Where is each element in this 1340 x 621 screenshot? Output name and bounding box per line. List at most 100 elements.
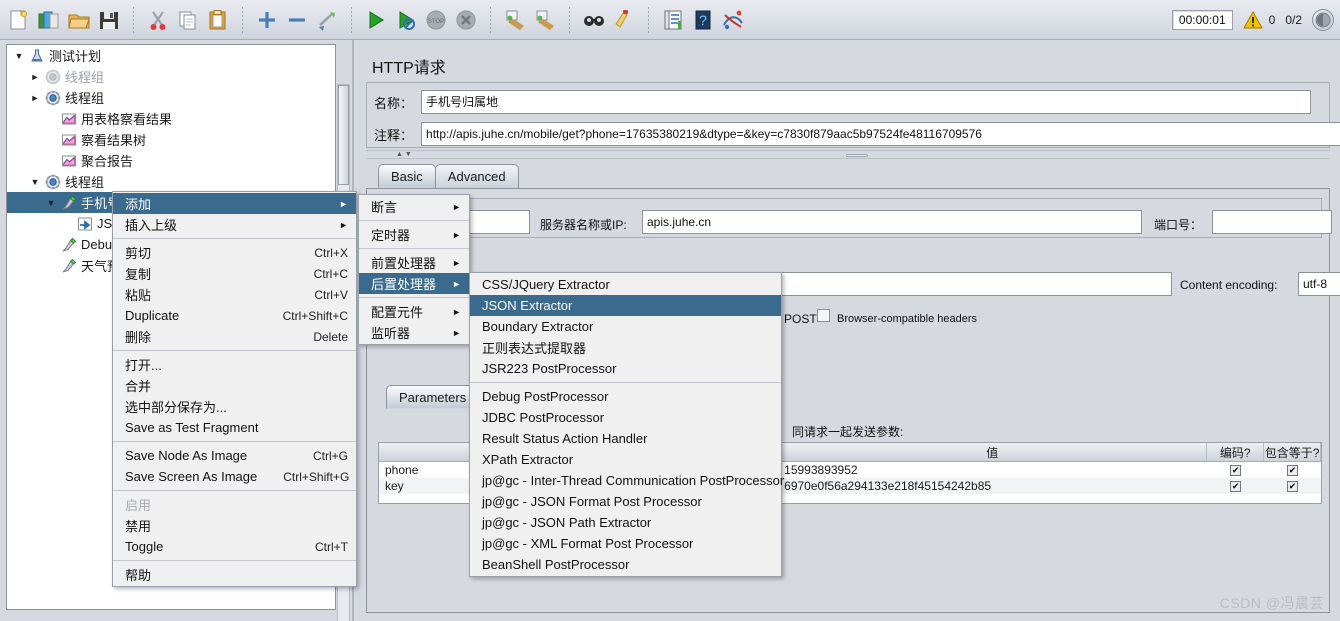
clear-icon[interactable] [500, 5, 530, 35]
post-processor-submenu-item[interactable]: jp@gc - JSON Format Post Processor [470, 491, 781, 512]
tree-expand-icon[interactable]: ► [27, 72, 43, 82]
context-menu-item[interactable]: 插入上级 ► [113, 214, 356, 235]
cell-include-equals[interactable]: ✔ [1264, 462, 1321, 478]
tree-collapse-icon[interactable]: ▼ [27, 177, 43, 187]
encode-checkbox[interactable]: ✔ [1230, 464, 1242, 476]
start-icon[interactable] [361, 5, 391, 35]
splitter-arrows-icon[interactable]: ▲▼ [396, 151, 414, 158]
tree-node-2[interactable]: ► 线程组 [7, 87, 335, 108]
tree-node-6[interactable]: ▼ 线程组 [7, 171, 335, 192]
cell-value[interactable]: 15993893952 [778, 462, 1207, 478]
post-processor-submenu-item[interactable]: JSR223 PostProcessor [470, 358, 781, 379]
copy-icon[interactable] [173, 5, 203, 35]
content-encoding-input[interactable]: utf-8 [1298, 272, 1340, 296]
help-icon[interactable]: ? [688, 5, 718, 35]
add-submenu-item[interactable]: 前置处理器 ► [359, 252, 469, 273]
post-processor-submenu-item[interactable]: jp@gc - Inter-Thread Communication PostP… [470, 470, 784, 491]
context-menu-item[interactable]: Toggle Ctrl+T [113, 536, 356, 557]
new-icon[interactable] [4, 5, 34, 35]
post-processor-submenu-item[interactable]: CSS/JQuery Extractor [470, 274, 781, 295]
clear-all-icon[interactable] [530, 5, 560, 35]
context-menu-item[interactable]: 选中部分保存为... [113, 396, 356, 417]
tree-collapse-icon[interactable]: ▼ [43, 198, 59, 208]
function-helper-icon[interactable] [658, 5, 688, 35]
post-processor-submenu-item[interactable]: Debug PostProcessor [470, 386, 781, 407]
thread-status-icon[interactable] [1312, 8, 1334, 31]
save-icon[interactable] [94, 5, 124, 35]
include-equals-checkbox[interactable]: ✔ [1287, 480, 1299, 492]
stop-icon[interactable]: STOP [421, 5, 451, 35]
panel-splitter[interactable]: ▲▼ [366, 150, 1330, 159]
context-menu-item[interactable]: 复制 Ctrl+C [113, 263, 356, 284]
templates-icon[interactable] [34, 5, 64, 35]
context-menu-item[interactable]: Save Screen As Image Ctrl+Shift+G [113, 466, 356, 487]
warning-indicator[interactable]: 0 [1242, 10, 1275, 29]
server-input[interactable]: apis.juhe.cn [642, 210, 1142, 234]
toggle-icon[interactable] [312, 5, 342, 35]
tree-node-1[interactable]: ► 线程组 [7, 66, 335, 87]
context-menu-item[interactable]: 合并 [113, 375, 356, 396]
post-processor-submenu-item[interactable]: 正则表达式提取器 [470, 337, 781, 358]
undo-redo-icon[interactable] [718, 5, 748, 35]
context-menu-item[interactable]: 添加 ► [113, 193, 356, 214]
encode-checkbox[interactable]: ✔ [1230, 480, 1242, 492]
add-submenu-item[interactable]: 监听器 ► [359, 322, 469, 343]
post-processor-submenu[interactable]: CSS/JQuery Extractor JSON Extractor Bounda… [469, 272, 784, 577]
context-menu-item[interactable]: 粘贴 Ctrl+V [113, 284, 356, 305]
tree-context-menu[interactable]: 添加 ► 插入上级 ► 剪切 Ctrl+X 复制 Ctrl+C 粘贴 Ctrl+V Duplicat… [112, 191, 357, 587]
open-icon[interactable] [64, 5, 94, 35]
splitter-grip-icon[interactable] [846, 154, 868, 157]
post-processor-submenu-item[interactable]: jp@gc - XML Format Post Processor [470, 533, 781, 554]
context-menu-item[interactable]: Duplicate Ctrl+Shift+C [113, 305, 356, 326]
collapse-all-icon[interactable] [282, 5, 312, 35]
port-input[interactable] [1212, 210, 1332, 234]
context-menu-item[interactable]: 禁用 [113, 515, 356, 536]
context-menu-item[interactable]: 剪切 Ctrl+X [113, 242, 356, 263]
post-processor-submenu-item[interactable]: BeanShell PostProcessor [470, 554, 781, 575]
add-submenu[interactable]: 断言 ► 定时器 ► 前置处理器 ► 后置处理器 ► 配置元件 ► 监听器 ► [358, 194, 470, 345]
post-processor-submenu-item[interactable]: Boundary Extractor [470, 316, 781, 337]
include-equals-checkbox[interactable]: ✔ [1287, 464, 1299, 476]
table-header-cell[interactable]: 值 [778, 443, 1208, 461]
tree-node-0[interactable]: ▼ 测试计划 [7, 45, 335, 66]
cell-encode[interactable]: ✔ [1207, 462, 1264, 478]
paste-icon[interactable] [203, 5, 233, 35]
context-menu-item[interactable]: 打开... [113, 354, 356, 375]
tab-advanced[interactable]: Advanced [434, 164, 519, 188]
browser-compatible-headers-checkbox[interactable] [817, 309, 830, 322]
tree-collapse-icon[interactable]: ▼ [11, 51, 27, 61]
context-menu-item[interactable]: Save Node As Image Ctrl+G [113, 445, 356, 466]
cell-value[interactable]: 6970e0f56a294133e218f45154242b85 [778, 478, 1207, 494]
start-no-pauses-icon[interactable] [391, 5, 421, 35]
table-header-cell[interactable]: 编码? [1207, 443, 1265, 461]
cell-encode[interactable]: ✔ [1207, 478, 1264, 494]
context-menu-item[interactable]: Save as Test Fragment [113, 417, 356, 438]
context-menu-item[interactable]: 删除 Delete [113, 326, 356, 347]
expand-all-icon[interactable] [252, 5, 282, 35]
name-input[interactable]: 手机号归属地 [421, 90, 1312, 114]
protocol-input[interactable] [464, 210, 530, 234]
add-submenu-item[interactable]: 断言 ► [359, 196, 469, 217]
table-header-cell[interactable]: 包含等于? [1264, 443, 1321, 461]
add-submenu-item[interactable]: 定时器 ► [359, 224, 469, 245]
cell-include-equals[interactable]: ✔ [1264, 478, 1321, 494]
tree-node-5[interactable]: 聚合报告 [7, 150, 335, 171]
cut-icon[interactable] [143, 5, 173, 35]
post-processor-submenu-item[interactable]: Result Status Action Handler [470, 428, 781, 449]
tree-node-4[interactable]: 察看结果树 [7, 129, 335, 150]
post-processor-submenu-item[interactable]: XPath Extractor [470, 449, 781, 470]
tab-basic[interactable]: Basic [378, 164, 436, 188]
reset-search-icon[interactable] [609, 5, 639, 35]
tab-parameters[interactable]: Parameters [386, 385, 480, 409]
comment-input[interactable]: http://apis.juhe.cn/mobile/get?phone=176… [421, 122, 1340, 146]
context-menu-item[interactable]: 帮助 [113, 564, 356, 585]
post-processor-submenu-item[interactable]: jp@gc - JSON Path Extractor [470, 512, 781, 533]
post-processor-submenu-item[interactable]: JDBC PostProcessor [470, 407, 781, 428]
tree-node-3[interactable]: 用表格察看结果 [7, 108, 335, 129]
tree-expand-icon[interactable]: ► [27, 93, 43, 103]
add-submenu-item[interactable]: 配置元件 ► [359, 301, 469, 322]
search-icon[interactable] [579, 5, 609, 35]
post-processor-submenu-item[interactable]: JSON Extractor [470, 295, 781, 316]
shutdown-icon[interactable] [451, 5, 481, 35]
add-submenu-item[interactable]: 后置处理器 ► [359, 273, 469, 294]
